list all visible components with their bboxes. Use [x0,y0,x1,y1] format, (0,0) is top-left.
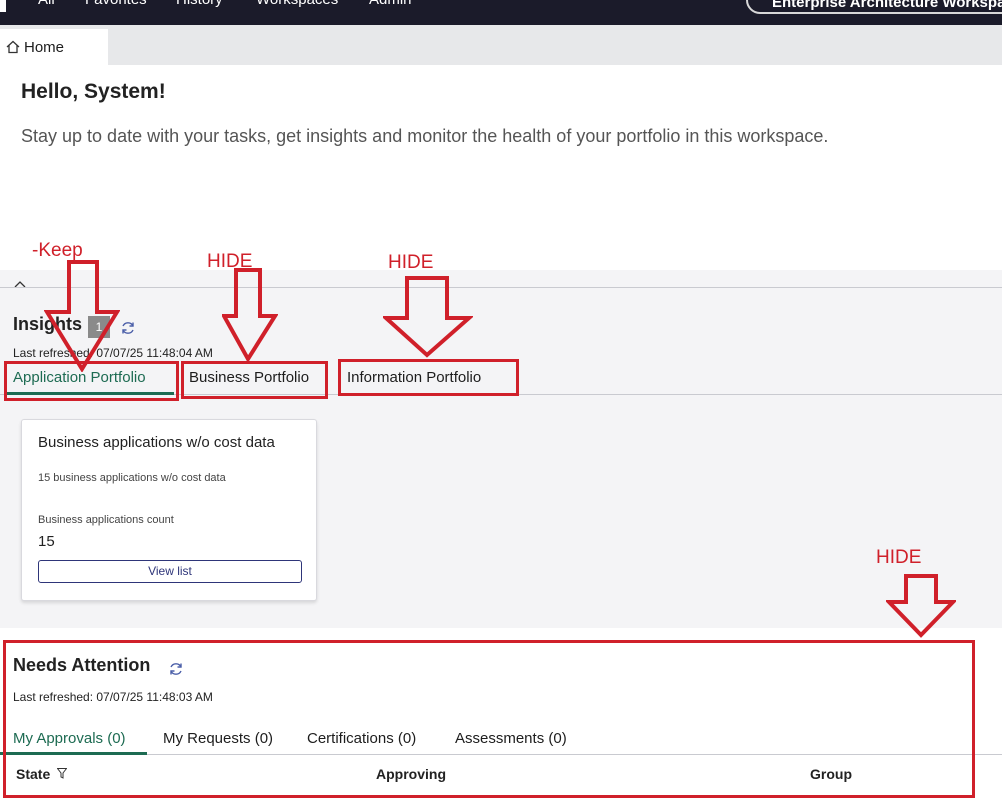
nav-item-all[interactable]: All [38,0,55,8]
annotation-box-business-portfolio [181,361,328,399]
logo-fragment [0,0,6,12]
workspace-switcher[interactable]: Enterprise Architecture Workspace [746,0,1002,14]
nav-item-workspaces[interactable]: Workspaces [256,0,338,8]
card-title: Business applications w/o cost data [38,434,275,451]
annotation-box-information-portfolio [338,359,519,396]
annotation-arrow-down-icon [383,276,473,358]
insights-refresh-icon[interactable] [120,320,136,336]
annotation-arrow-down-icon [44,260,120,372]
home-icon [6,40,20,54]
annotation-arrow-down-icon [222,268,278,362]
page-tab-strip: Home [0,25,1002,65]
view-list-button[interactable]: View list [38,560,302,583]
card-count-value: 15 [38,533,55,550]
insight-card: Business applications w/o cost data 15 b… [21,419,317,601]
top-navigation-bar: All Favorites History Workspaces Admin E… [0,0,1002,25]
annotation-box-needs-attention [3,640,975,798]
annotation-hide-information: HIDE [388,252,434,273]
nav-item-favorites[interactable]: Favorites [85,0,147,8]
annotation-hide-needs-attention: HIDE [876,547,922,568]
annotation-arrow-down-icon [886,574,956,638]
greeting-title: Hello, System! [21,80,166,103]
greeting-subtitle: Stay up to date with your tasks, get ins… [21,126,829,146]
card-description: 15 business applications w/o cost data [38,472,226,484]
tab-home-label: Home [24,38,65,56]
annotation-keep: -Keep [32,240,83,261]
insights-divider [0,287,1002,288]
card-count-label: Business applications count [38,514,174,526]
nav-item-history[interactable]: History [176,0,223,8]
tab-home[interactable]: Home [0,29,108,65]
nav-item-admin[interactable]: Admin [369,0,412,8]
